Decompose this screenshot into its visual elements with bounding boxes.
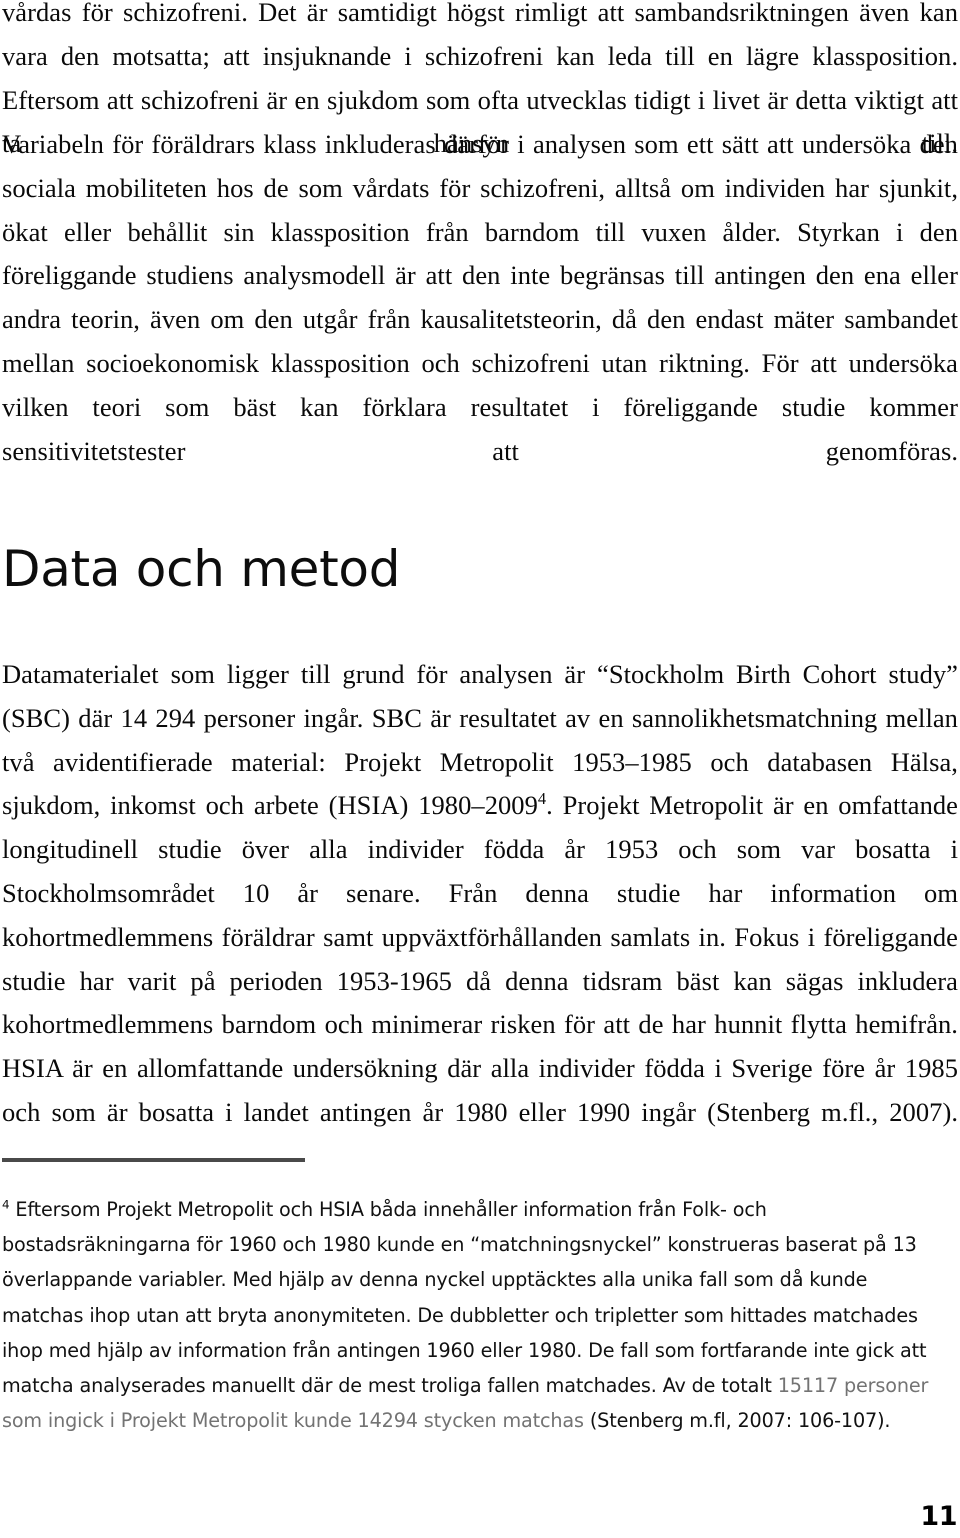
footnote-separator-rule (2, 1158, 305, 1162)
paragraph-text: Variabeln för föräldrars klass inkludera… (2, 129, 958, 466)
paragraph-text-after-footnote-ref: . Projekt Metropolit är en omfattande lo… (2, 790, 958, 1127)
footnote-section: 4 Eftersom Projekt Metropolit och HSIA b… (2, 1158, 958, 1438)
footnote-reference-marker[interactable]: 4 (538, 790, 546, 809)
paragraph-text: Datamaterialet som ligger till grund för… (2, 653, 958, 1179)
page-number: 11 (920, 1501, 957, 1532)
document-page: vårdas för schizofreni. Det är samtidigt… (0, 0, 960, 1538)
footnote-body: 4 Eftersom Projekt Metropolit och HSIA b… (2, 1192, 954, 1438)
body-paragraph-datamaterialet: Datamaterialet som ligger till grund för… (2, 653, 958, 1179)
footnote-text-segment-one: Eftersom Projekt Metropolit och HSIA båd… (2, 1198, 927, 1398)
body-paragraph-variabeln: Variabeln för föräldrars klass inkludera… (2, 123, 958, 517)
page-title: Data och metod (2, 539, 401, 598)
footnote-text-segment-two: (Stenberg m.fl, 2007: 106-107). (583, 1409, 891, 1433)
